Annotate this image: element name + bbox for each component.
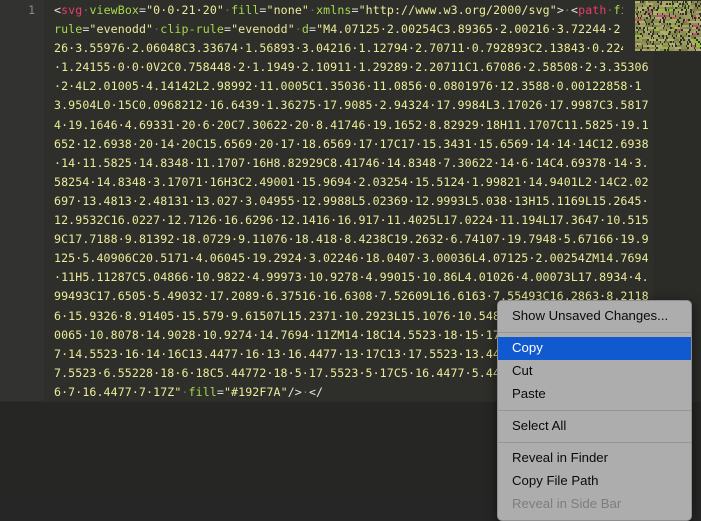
code-token-eq: = [223, 22, 232, 37]
line-number: 1 [28, 3, 35, 17]
context-menu[interactable]: Show Unsaved Changes... Copy Cut Paste Selec… [497, 300, 692, 521]
menu-item-copy[interactable]: Copy [498, 337, 691, 360]
code-token-attr: fill [231, 3, 260, 17]
minimap-code-segment [635, 49, 640, 51]
menu-item-copy-file-path[interactable]: Copy File Path [498, 470, 691, 493]
minimap-code-segment [696, 49, 701, 51]
menu-separator [498, 332, 691, 333]
code-token-tag: svg [61, 3, 83, 17]
code-token-attr: xmlns [316, 3, 352, 17]
code-token-str: "evenodd" [89, 22, 154, 37]
code-token-str: "http://www.w3.org/2000/svg" [358, 3, 557, 17]
minimap-code-segment [674, 29, 675, 31]
minimap-canvas [635, 1, 701, 51]
menu-item-paste[interactable]: Paste [498, 383, 691, 406]
minimap-code-segment [679, 39, 680, 41]
code-token-dot: · [181, 384, 189, 399]
code-token-dot: · [301, 384, 309, 399]
menu-item-reveal-in-side-bar: Reveal in Side Bar [512, 496, 622, 511]
minimap-code-segment [666, 49, 667, 51]
menu-item-select-all[interactable]: Select All [498, 415, 691, 438]
code-token-eq: = [351, 3, 359, 17]
code-token-punct: </ [308, 384, 324, 399]
code-token-attr: d [301, 22, 309, 37]
code-token-dot: · [223, 3, 232, 17]
code-token-eq: = [216, 384, 224, 399]
minimap-code-segment [651, 49, 655, 51]
code-token-attr: clip-rule [160, 22, 224, 37]
code-token-eq: = [259, 3, 267, 17]
menu-separator [498, 410, 691, 411]
code-token-attr: fill [188, 384, 217, 399]
minimap-code-segment [688, 49, 695, 51]
code-token-dot: · [294, 22, 302, 37]
code-token-str: "evenodd" [231, 22, 295, 37]
code-token-str: "#192F7A" [223, 384, 288, 399]
minimap-code-segment [660, 49, 664, 51]
code-minimap[interactable] [623, 0, 701, 52]
code-token-dot: · [606, 3, 614, 17]
code-token-dot: · [308, 3, 317, 17]
code-token-punct: /> [287, 384, 302, 399]
code-token-dot: · [563, 3, 572, 17]
code-token-attr: viewBox [89, 3, 139, 17]
menu-separator [498, 442, 691, 443]
code-token-tag: path [578, 3, 607, 17]
code-token-punct: > [556, 3, 564, 17]
code-token-str: "none" [266, 3, 309, 17]
minimap-code-segment [677, 49, 679, 51]
menu-item-reveal-in-finder[interactable]: Reveal in Finder [498, 447, 691, 470]
line-number-gutter: 1 [0, 0, 44, 401]
code-token-str: "0·0·21·20" [146, 3, 224, 17]
menu-item-show-unsaved-changes[interactable]: Show Unsaved Changes... [498, 305, 691, 328]
minimap-code-segment [681, 49, 688, 51]
menu-item-cut[interactable]: Cut [498, 360, 691, 383]
